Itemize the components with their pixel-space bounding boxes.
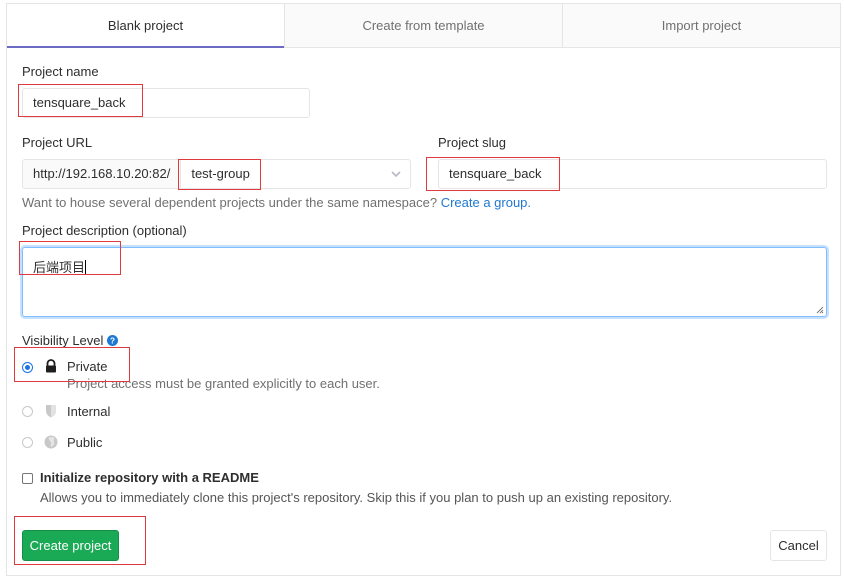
namespace-help: Want to house several dependent projects… <box>22 195 531 210</box>
resize-handle-icon[interactable] <box>816 306 824 314</box>
help-icon[interactable]: ? <box>107 335 119 346</box>
project-slug-label: Project slug <box>438 135 506 150</box>
project-description-label: Project description (optional) <box>22 223 187 238</box>
project-url-group: http://192.168.10.20:82/ test-group <box>22 159 411 189</box>
svg-text:?: ? <box>110 337 115 346</box>
tab-create-from-template[interactable]: Create from template <box>284 4 562 48</box>
visibility-internal-label: Internal <box>67 404 111 419</box>
visibility-public-label: Public <box>67 435 103 450</box>
visibility-public-radio[interactable] <box>22 437 33 448</box>
cancel-button[interactable]: Cancel <box>770 530 827 561</box>
visibility-private-radio[interactable] <box>22 362 33 373</box>
globe-icon <box>44 435 58 449</box>
text-caret <box>85 260 87 274</box>
tab-blank-project[interactable]: Blank project <box>7 4 284 48</box>
project-slug-input[interactable]: tensquare_back <box>438 159 827 189</box>
chevron-down-icon <box>391 171 401 178</box>
lock-icon <box>46 359 56 373</box>
create-group-link[interactable]: Create a group. <box>441 195 531 210</box>
visibility-internal-radio[interactable] <box>22 406 33 417</box>
visibility-private-description: Project access must be granted explicitl… <box>67 376 380 391</box>
project-url-label: Project URL <box>22 135 93 150</box>
shield-icon <box>46 405 56 418</box>
tab-import-project[interactable]: Import project <box>562 4 840 48</box>
readme-description: Allows you to immediately clone this pro… <box>40 490 673 505</box>
visibility-level-label: Visibility Level ? <box>22 333 119 348</box>
namespace-help-text: Want to house several dependent projects… <box>22 195 438 210</box>
project-name-input[interactable]: tensquare_back <box>22 88 310 118</box>
create-project-button[interactable]: Create project <box>22 530 119 561</box>
project-tabs: Blank project Create from template Impor… <box>7 4 840 48</box>
readme-label[interactable]: Initialize repository with a README <box>40 470 259 485</box>
project-description-textarea[interactable]: 后端项目 <box>22 247 827 317</box>
project-url-prefix: http://192.168.10.20:82/ <box>22 159 181 189</box>
visibility-private-label: Private <box>67 359 108 374</box>
project-description-value: 后端项目 <box>33 260 86 275</box>
namespace-value: test-group <box>191 166 250 181</box>
readme-checkbox[interactable] <box>22 473 33 484</box>
project-name-label: Project name <box>22 64 99 79</box>
namespace-select[interactable]: test-group <box>180 159 411 189</box>
